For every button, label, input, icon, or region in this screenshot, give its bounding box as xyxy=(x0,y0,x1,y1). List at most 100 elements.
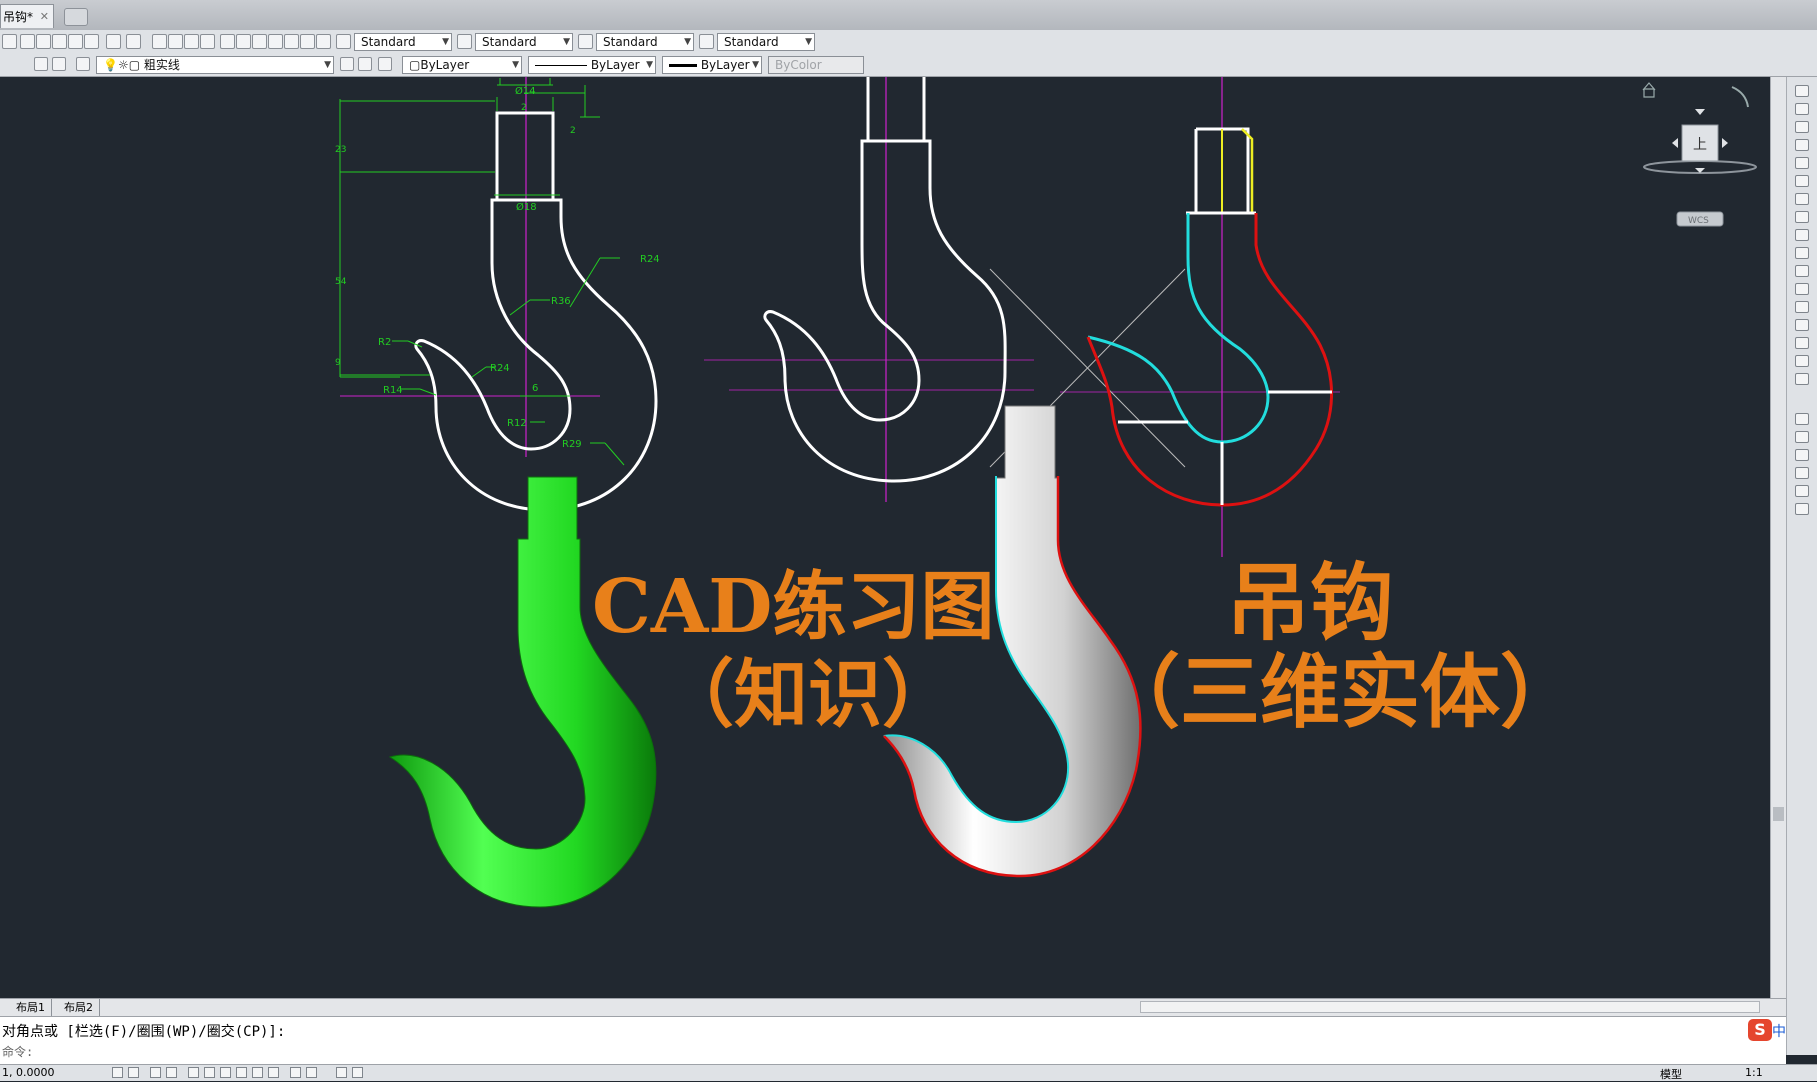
layer-iso-icon[interactable] xyxy=(358,57,372,71)
blend-icon[interactable] xyxy=(1795,355,1809,367)
home-icon[interactable] xyxy=(1642,82,1656,98)
trim-icon[interactable] xyxy=(1795,247,1809,259)
dim-h9: 9 xyxy=(335,358,341,368)
rotate-icon[interactable] xyxy=(1731,86,1749,108)
draw-order-icon[interactable] xyxy=(1795,413,1809,425)
send-back-icon[interactable] xyxy=(1795,449,1809,461)
hook-outline xyxy=(763,77,1007,483)
layer-manager-icon[interactable] xyxy=(34,57,48,71)
extend-icon[interactable] xyxy=(1795,265,1809,277)
bring-above-icon[interactable] xyxy=(1795,467,1809,479)
lwt-icon[interactable] xyxy=(252,1067,263,1078)
mirror-icon[interactable] xyxy=(1795,121,1809,133)
explode-icon[interactable] xyxy=(1795,373,1809,385)
zoom-realtime-icon[interactable] xyxy=(168,34,183,49)
text-style-select[interactable]: Standard ▼ xyxy=(354,33,452,51)
snap-icon[interactable] xyxy=(112,1067,123,1078)
copy-icon[interactable] xyxy=(36,34,51,49)
text-style-icon[interactable] xyxy=(336,34,351,49)
arrow-up-icon[interactable] xyxy=(1695,109,1705,115)
table-style-icon[interactable] xyxy=(578,34,593,49)
drawing-canvas[interactable]: Ø14 2 2 23 54 9 Ø18 R24 R36 R2 R24 R14 6… xyxy=(0,77,1770,998)
break-icon[interactable] xyxy=(1795,283,1809,295)
fillet-icon[interactable] xyxy=(1795,337,1809,349)
multileader-style-icon[interactable] xyxy=(699,34,714,49)
send-under-icon[interactable] xyxy=(1795,485,1809,497)
document-tab[interactable]: 吊钩* ✕ xyxy=(0,4,54,28)
text-front-icon[interactable] xyxy=(1795,503,1809,515)
chamfer-icon[interactable] xyxy=(1795,319,1809,331)
otrack-icon[interactable] xyxy=(204,1067,215,1078)
status-bar: 1, 0.0000 模型 1:1 xyxy=(0,1064,1817,1081)
dyn-icon[interactable] xyxy=(236,1067,247,1078)
scale-icon[interactable] xyxy=(1795,211,1809,223)
dim-r36: R36 xyxy=(551,296,571,307)
linetype-select[interactable]: ByLayer ▼ xyxy=(528,56,656,74)
polar-icon[interactable] xyxy=(166,1067,177,1078)
arrow-left-icon[interactable] xyxy=(1672,138,1678,148)
erase-icon[interactable] xyxy=(1795,85,1809,97)
dim-style-icon[interactable] xyxy=(457,34,472,49)
viewcube[interactable]: 上 WCS xyxy=(1642,82,1757,227)
block-editor-icon[interactable] xyxy=(84,34,99,49)
zoom-window-icon[interactable] xyxy=(184,34,199,49)
osnap-icon[interactable] xyxy=(188,1067,199,1078)
dim-r14: R14 xyxy=(383,385,403,396)
close-icon[interactable]: ✕ xyxy=(40,5,49,29)
quickcalc-icon[interactable] xyxy=(300,34,315,49)
array-icon[interactable] xyxy=(1795,157,1809,169)
rotate-object-icon[interactable] xyxy=(1795,193,1809,205)
stretch-icon[interactable] xyxy=(1795,229,1809,241)
selection-cycling-icon[interactable] xyxy=(352,1067,363,1078)
scroll-thumb[interactable] xyxy=(1773,807,1784,821)
new-icon[interactable] xyxy=(2,34,17,49)
new-tab-button[interactable] xyxy=(64,8,88,26)
layer-select[interactable]: 💡☼▢ 粗实线 ▼ xyxy=(96,56,334,74)
tpy-icon[interactable] xyxy=(268,1067,279,1078)
markup-icon[interactable] xyxy=(284,34,299,49)
layout-tab-2[interactable]: 布局2 xyxy=(58,999,100,1016)
ortho-icon[interactable] xyxy=(150,1067,161,1078)
offset-icon[interactable] xyxy=(1795,139,1809,151)
table-style-select[interactable]: Standard ▼ xyxy=(596,33,694,51)
multileader-style-select[interactable]: Standard ▼ xyxy=(717,33,815,51)
properties-icon[interactable] xyxy=(220,34,235,49)
lineweight-select[interactable]: ByLayer ▼ xyxy=(662,56,762,74)
color-select[interactable]: ▢ByLayer ▼ xyxy=(402,56,522,74)
qp-icon[interactable] xyxy=(290,1067,301,1078)
ducs-icon[interactable] xyxy=(220,1067,231,1078)
redo-icon[interactable] xyxy=(126,34,141,49)
layer-off-icon[interactable] xyxy=(378,57,392,71)
ime-mode[interactable]: 中 xyxy=(1772,1021,1786,1041)
annotation-scale[interactable]: 1:1 xyxy=(1745,1066,1763,1079)
chevron-down-icon: ▼ xyxy=(752,60,759,70)
ime-logo-icon[interactable]: S xyxy=(1748,1019,1772,1041)
design-center-icon[interactable] xyxy=(236,34,251,49)
copy-object-icon[interactable] xyxy=(1795,103,1809,115)
grid-icon[interactable] xyxy=(128,1067,139,1078)
vertical-scrollbar[interactable] xyxy=(1770,77,1787,998)
dim-style-select[interactable]: Standard ▼ xyxy=(475,33,573,51)
layer-previous-icon[interactable] xyxy=(76,57,90,71)
match-properties-icon[interactable] xyxy=(68,34,83,49)
move-icon[interactable] xyxy=(1795,175,1809,187)
join-icon[interactable] xyxy=(1795,301,1809,313)
layout-tab-1[interactable]: 布局1 xyxy=(10,999,52,1016)
horizontal-scrollbar[interactable] xyxy=(1140,1001,1760,1013)
pan-icon[interactable] xyxy=(152,34,167,49)
undo-icon[interactable] xyxy=(106,34,121,49)
paste-icon[interactable] xyxy=(52,34,67,49)
bring-front-icon[interactable] xyxy=(1795,431,1809,443)
command-line[interactable]: 对角点或 [栏选(F)/圈围(WP)/圈交(CP)]: 命令: S 中 xyxy=(0,1016,1786,1065)
tool-palettes-icon[interactable] xyxy=(252,34,267,49)
cut-icon[interactable] xyxy=(20,34,35,49)
help-icon[interactable] xyxy=(316,34,331,49)
am-icon[interactable] xyxy=(336,1067,347,1078)
make-current-icon[interactable] xyxy=(340,57,354,71)
sheet-set-icon[interactable] xyxy=(268,34,283,49)
command-input[interactable]: 命令: xyxy=(2,1043,33,1060)
arrow-right-icon[interactable] xyxy=(1722,138,1728,148)
zoom-previous-icon[interactable] xyxy=(200,34,215,49)
sc-icon[interactable] xyxy=(306,1067,317,1078)
layer-state-icon[interactable] xyxy=(52,57,66,71)
